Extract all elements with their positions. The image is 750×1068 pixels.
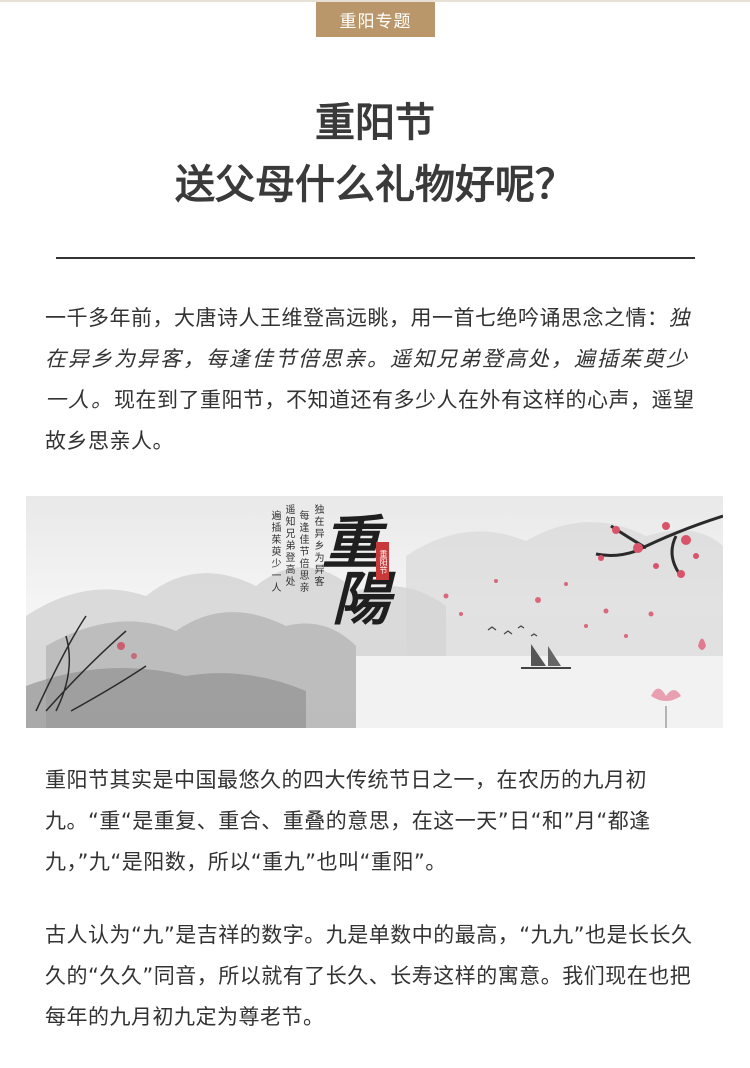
intro-lead: 一千多年前，大唐诗人王维登高远眺，用一首七绝吟诵思念之情： — [45, 306, 669, 330]
intro-tail: 现在到了重阳节，不知道还有多少人在外有这样的心声，遥望故乡思亲人。 — [45, 388, 695, 453]
title-divider — [56, 257, 695, 259]
page-title: 重阳节 送父母什么礼物好呢？ — [0, 92, 750, 216]
intro-paragraph: 一千多年前，大唐诗人王维登高远眺，用一首七绝吟诵思念之情：独在异乡为异客，每逢佳… — [45, 298, 705, 462]
title-line-1: 重阳节 — [315, 100, 435, 146]
body-paragraph-2: 古人认为“九”是吉祥的数字。九是单数中的最高，“九九”也是长长久久的“久久”同音… — [45, 923, 693, 1029]
body-paragraph-1: 重阳节其实是中国最悠久的四大传统节日之一，在农历的九月初九。“重“是重复、重合、… — [45, 768, 651, 874]
topic-badge[interactable]: 重阳专题 — [316, 2, 435, 37]
title-line-2: 送父母什么礼物好呢？ — [175, 162, 575, 208]
banner-poem-col-2: 每逢佳节倍思亲 — [297, 510, 308, 594]
banner-poem-col-3: 遥知兄弟登高处 — [283, 504, 294, 588]
banner-poem-col-4: 遍插茱萸少一人 — [269, 510, 280, 594]
chongyang-banner-image: 独在异乡为异客 每逢佳节倍思亲 遥知兄弟登高处 遍插茱萸少一人 重 陽 重阳节 — [26, 496, 723, 728]
calligraphy-char-1: 重 — [322, 509, 381, 577]
red-seal-stamp: 重阳节 — [376, 542, 389, 580]
